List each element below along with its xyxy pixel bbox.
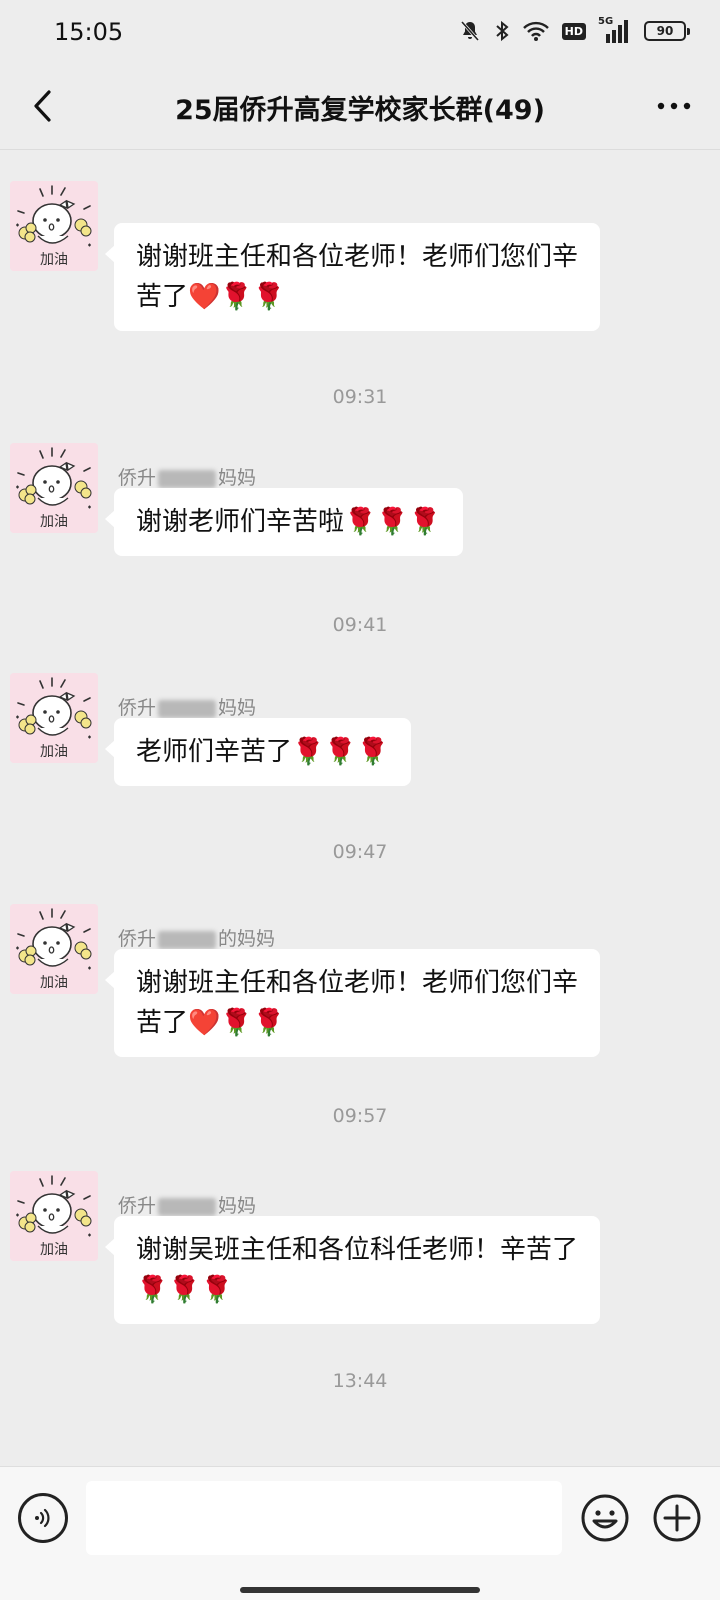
sender-suffix: 的妈妈 xyxy=(218,928,276,950)
avatar-caption: 加油 xyxy=(40,975,68,991)
avatar[interactable]: 加油 xyxy=(10,673,98,763)
chat-header: 25届侨升高复学校家长群(49) xyxy=(0,64,720,150)
back-button[interactable] xyxy=(22,86,62,126)
status-icons: HD 5G 90 xyxy=(458,16,690,46)
sender-suffix: 妈妈 xyxy=(218,467,257,489)
timestamp: 09:57 xyxy=(332,1105,388,1127)
more-dots-icon xyxy=(657,102,691,110)
more-button[interactable] xyxy=(652,86,696,126)
wifi-icon xyxy=(522,21,549,41)
status-bar: 15:05 HD 5G 90 xyxy=(0,0,720,64)
emoji-button[interactable] xyxy=(580,1493,630,1543)
sender-prefix: 侨升 xyxy=(118,697,157,719)
battery-icon: 90 xyxy=(644,21,690,41)
message-bubble[interactable]: 谢谢班主任和各位老师！老师们您们辛苦了❤️🌹🌹 xyxy=(105,949,600,1057)
timestamp: 09:31 xyxy=(332,386,388,408)
bluetooth-icon xyxy=(495,20,509,42)
redacted-name xyxy=(158,699,217,718)
redacted-name xyxy=(158,1197,217,1216)
battery-level: 90 xyxy=(656,24,674,38)
mute-bell-icon xyxy=(460,21,479,41)
chevron-left-icon xyxy=(34,90,51,122)
redacted-name xyxy=(158,469,217,488)
sender-name: 侨升 的妈妈 xyxy=(118,924,275,951)
avatar-caption: 加油 xyxy=(40,1242,68,1258)
sender-name: 侨升 妈妈 xyxy=(118,463,256,490)
timestamp: 09:41 xyxy=(332,614,388,636)
plus-icon xyxy=(653,1494,701,1542)
input-bar xyxy=(0,1466,720,1600)
sender-prefix: 侨升 xyxy=(118,928,157,950)
avatar-caption: 加油 xyxy=(40,514,68,530)
message-bubble[interactable]: 谢谢老师们辛苦啦🌹🌹🌹 xyxy=(104,488,464,556)
avatar-illustration: 加油 xyxy=(10,181,98,271)
timestamp: 09:47 xyxy=(332,841,388,863)
message-bubble[interactable]: 谢谢班主任和各位老师！老师们您们辛苦了❤️🌹🌹 xyxy=(105,223,600,331)
sender-prefix: 侨升 xyxy=(118,467,157,489)
avatar[interactable]: 加油 xyxy=(10,1171,98,1261)
voice-icon xyxy=(35,1508,50,1528)
signal-icon: 5G xyxy=(598,16,632,43)
message-bubble[interactable]: 谢谢吴班主任和各位科任老师！辛苦了🌹🌹🌹 xyxy=(105,1216,600,1324)
hd-badge: HD xyxy=(561,22,586,40)
avatar[interactable]: 加油 xyxy=(10,904,98,994)
plus-button[interactable] xyxy=(652,1493,702,1543)
sender-name: 侨升 妈妈 xyxy=(118,693,256,720)
avatar-illustration: 加油 xyxy=(10,904,98,994)
sender-suffix: 妈妈 xyxy=(218,1195,257,1217)
emoji-icon xyxy=(581,1494,629,1542)
avatar-illustration: 加油 xyxy=(10,673,98,763)
message-bubble[interactable]: 老师们辛苦了🌹🌹🌹 xyxy=(104,718,412,786)
sender-prefix: 侨升 xyxy=(118,1195,157,1217)
message-input[interactable] xyxy=(86,1481,562,1555)
avatar-illustration: 加油 xyxy=(10,1171,98,1261)
avatar[interactable]: 加油 xyxy=(10,181,98,271)
home-indicator[interactable] xyxy=(240,1587,480,1593)
message-list[interactable]: 加油 侨升妈妈 谢谢班主任和各位老师！老师们您们辛苦了❤️🌹🌹 09:31 加油… xyxy=(0,151,720,1466)
avatar-caption: 加油 xyxy=(40,744,68,760)
chat-title: 25届侨升高复学校家长群(49) xyxy=(175,95,545,126)
sender-name: 侨升 妈妈 xyxy=(118,1191,256,1218)
status-time: 15:05 xyxy=(54,18,124,46)
redacted-name xyxy=(158,930,217,949)
avatar[interactable]: 加油 xyxy=(10,443,98,533)
voice-button[interactable] xyxy=(18,1493,68,1543)
avatar-illustration: 加油 xyxy=(10,443,98,533)
sender-suffix: 妈妈 xyxy=(218,697,257,719)
avatar-caption: 加油 xyxy=(40,252,68,268)
timestamp: 13:44 xyxy=(332,1370,388,1392)
